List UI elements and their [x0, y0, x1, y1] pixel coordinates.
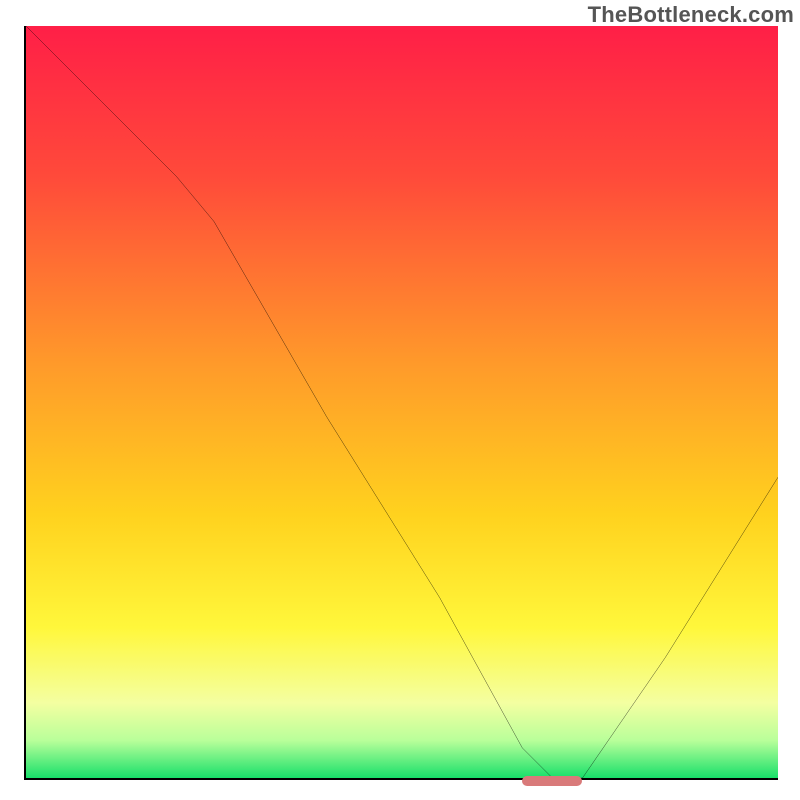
- optimal-range-marker: [522, 776, 582, 786]
- attribution-text: TheBottleneck.com: [588, 2, 794, 28]
- bottleneck-curve: [26, 26, 778, 778]
- curve-path: [26, 26, 778, 778]
- chart-stage: TheBottleneck.com: [0, 0, 800, 800]
- plot-area: [24, 26, 778, 780]
